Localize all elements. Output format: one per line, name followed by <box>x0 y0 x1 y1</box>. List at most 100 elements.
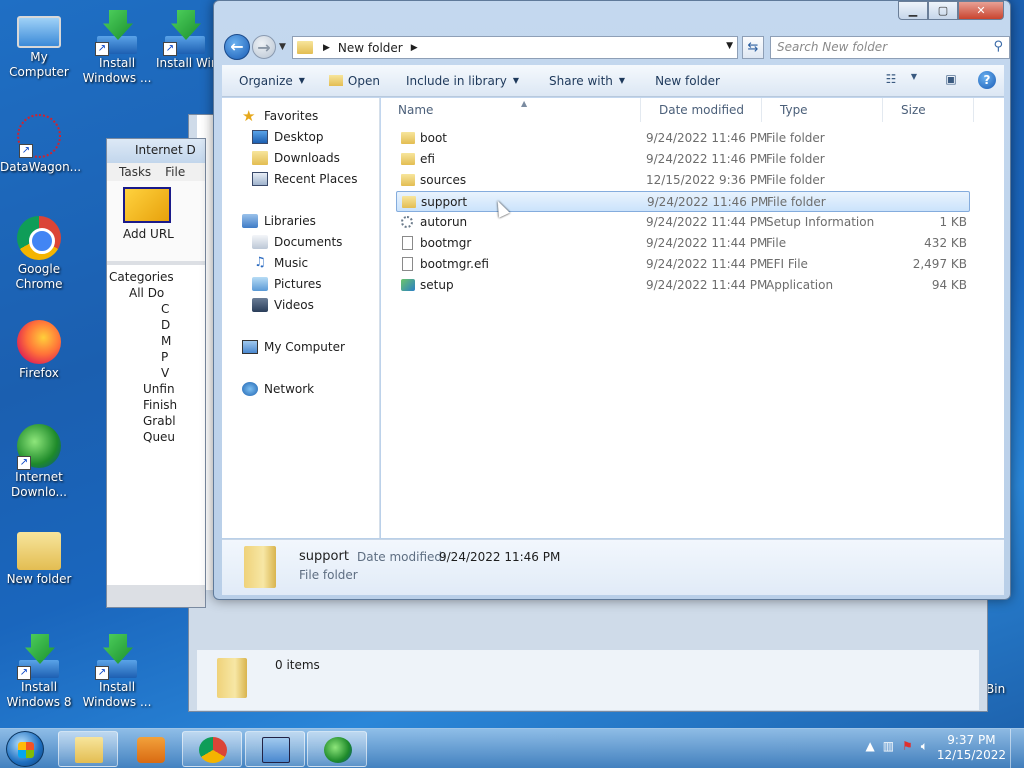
new-folder-button[interactable]: New folder <box>637 74 732 88</box>
install-icon: ↗ <box>163 10 207 56</box>
taskbar-chrome[interactable] <box>182 731 242 767</box>
file-name: bootmgr <box>420 236 472 250</box>
desktop-icon-install-windows-8[interactable]: ↗ Install Windows 8 <box>0 634 78 710</box>
taskbar-network-app[interactable] <box>245 731 305 767</box>
file-row[interactable]: bootmgr.efi 9/24/2022 11:44 PM EFI File 2,4… <box>396 254 970 275</box>
folder-icon <box>217 658 247 698</box>
desktop-icon-new-folder[interactable]: New folder <box>0 528 78 587</box>
idm-categories: Categories All Do C D M P V Unfin Finish… <box>107 265 205 585</box>
column-header-name[interactable]: Name ▲ <box>381 98 641 122</box>
share-with-button[interactable]: Share with ▼ <box>531 74 637 88</box>
breadcrumb-new-folder[interactable]: New folder <box>338 41 403 55</box>
explorer-window[interactable]: ▁ ▢ ✕ ← → ▼ ▶ New folder ▶ ▼ ⇆ Search Ne… <box>213 0 1011 600</box>
volume-icon[interactable]: 🔈︎ <box>921 739 928 754</box>
start-button[interactable] <box>6 731 44 767</box>
nav-recent-places[interactable]: Recent Places <box>252 170 357 188</box>
shortcut-arrow-icon: ↗ <box>17 666 31 680</box>
desktop-icon-install-windows-3[interactable]: ↗ Install Windows ... <box>78 634 156 710</box>
desktop-icon-internet-download-manager[interactable]: ↗ Internet Downlo... <box>0 424 78 500</box>
nav-favorites[interactable]: ★ Favorites <box>242 107 318 125</box>
nav-desktop[interactable]: Desktop <box>252 128 324 146</box>
desktop-icon-my-computer[interactable]: My Computer <box>0 10 78 80</box>
datawagon-icon: ↗ <box>17 114 61 158</box>
column-header-type[interactable]: Type <box>763 98 883 122</box>
search-input[interactable]: Search New folder ⚲ <box>770 36 1010 59</box>
open-label: Open <box>347 73 380 88</box>
folder-icon <box>17 532 61 570</box>
address-bar[interactable]: ▶ New folder ▶ ▼ <box>292 36 738 59</box>
column-header-date-modified[interactable]: Date modified <box>642 98 762 122</box>
desktop-icon-firefox[interactable]: Firefox <box>0 320 78 381</box>
tree-item[interactable]: P <box>113 349 199 365</box>
open-button[interactable]: Open <box>317 74 392 88</box>
tree-item[interactable]: Finish <box>113 397 199 413</box>
column-header-size[interactable]: Size <box>884 98 974 122</box>
nav-downloads[interactable]: Downloads <box>252 149 340 167</box>
desktop-icon-install-windows-1[interactable]: ↗ Install Windows ... <box>78 10 156 86</box>
idm-add-url-button[interactable]: Add URL <box>107 181 205 261</box>
recycle-bin-label[interactable]: Bin <box>986 682 1005 696</box>
maximize-button[interactable]: ▢ <box>928 1 958 20</box>
file-row[interactable]: setup 9/24/2022 11:44 PM Application 94 KB <box>396 275 970 296</box>
nav-label: Libraries <box>264 214 316 228</box>
tree-item[interactable]: Unfin <box>113 381 199 397</box>
back-button[interactable]: ← <box>224 34 250 60</box>
include-in-library-button[interactable]: Include in library ▼ <box>392 74 531 88</box>
show-desktop-button[interactable] <box>1010 729 1024 768</box>
breadcrumb-chevron-icon[interactable]: ▶ <box>411 43 418 53</box>
idm-menu-file[interactable]: File <box>165 165 185 179</box>
help-icon[interactable]: ? <box>978 71 996 89</box>
action-center-icon[interactable]: ⚑ <box>902 739 913 754</box>
file-row[interactable]: sources 12/15/2022 9:36 PM File folder <box>396 170 970 191</box>
tree-item[interactable]: Queu <box>113 429 199 445</box>
nav-pictures[interactable]: Pictures <box>252 275 322 293</box>
change-view-icon[interactable]: ☷ <box>882 72 900 88</box>
setup-app-icon <box>401 279 415 291</box>
nav-my-computer[interactable]: My Computer <box>242 338 345 356</box>
show-hidden-icons-icon[interactable]: ▲ <box>865 739 874 754</box>
nav-music[interactable]: ♫ Music <box>252 254 308 272</box>
tree-item[interactable]: C <box>113 301 199 317</box>
idm-menu-tasks[interactable]: Tasks <box>119 165 151 179</box>
minimize-button[interactable]: ▁ <box>898 1 928 20</box>
tree-item[interactable]: All Do <box>113 285 199 301</box>
desktop-icon-google-chrome[interactable]: Google Chrome <box>0 216 78 292</box>
preview-pane-icon[interactable]: ▣ <box>942 72 960 88</box>
chrome-icon <box>199 737 227 763</box>
taskbar-explorer[interactable] <box>58 731 118 767</box>
nav-documents[interactable]: Documents <box>252 233 342 251</box>
organize-button[interactable]: Organize ▼ <box>222 74 317 88</box>
taskbar-idm[interactable] <box>307 731 367 767</box>
file-row[interactable]: boot 9/24/2022 11:46 PM File folder <box>396 128 970 149</box>
desktop-icon-install-windows-2[interactable]: ↗ Install Windows ... <box>156 10 214 71</box>
tree-item[interactable]: V <box>113 365 199 381</box>
tree-item[interactable]: Grabl <box>113 413 199 429</box>
search-icon: ⚲ <box>993 39 1003 54</box>
network-tray-icon[interactable]: ▥ <box>883 739 894 754</box>
libraries-icon <box>242 214 258 228</box>
shortcut-arrow-icon: ↗ <box>95 42 109 56</box>
breadcrumb-chevron-icon[interactable]: ▶ <box>323 43 330 53</box>
recent-pages-dropdown[interactable]: ▼ <box>279 42 286 52</box>
refresh-button[interactable]: ⇆ <box>742 36 764 59</box>
chevron-down-icon: ▼ <box>512 76 519 85</box>
file-row[interactable]: efi 9/24/2022 11:46 PM File folder <box>396 149 970 170</box>
tree-item[interactable]: M <box>113 333 199 349</box>
taskbar-media-player[interactable] <box>120 731 180 767</box>
tree-item[interactable]: D <box>113 317 199 333</box>
idm-window[interactable]: Internet D Tasks File Add URL Categories … <box>106 138 206 608</box>
view-dropdown-icon[interactable]: ▼ <box>910 72 918 88</box>
file-row[interactable]: autorun 9/24/2022 11:44 PM Setup Informati… <box>396 212 970 233</box>
clock[interactable]: 9:37 PM 12/15/2022 <box>937 733 1006 763</box>
file-row-selected[interactable]: support 9/24/2022 11:46 PM File folder <box>396 191 970 212</box>
file-row[interactable]: bootmgr 9/24/2022 11:44 PM File 432 KB <box>396 233 970 254</box>
desktop-icon-datawagon[interactable]: ↗ DataWagon... <box>0 114 82 175</box>
close-button[interactable]: ✕ <box>958 1 1004 20</box>
chevron-down-icon: ▼ <box>298 76 305 85</box>
nav-libraries[interactable]: Libraries <box>242 212 316 230</box>
nav-videos[interactable]: Videos <box>252 296 314 314</box>
nav-network[interactable]: Network <box>242 380 314 398</box>
address-dropdown-icon[interactable]: ▼ <box>726 41 733 51</box>
desktop-icon-label: DataWagon... <box>0 160 82 174</box>
forward-button[interactable]: → <box>252 35 276 59</box>
